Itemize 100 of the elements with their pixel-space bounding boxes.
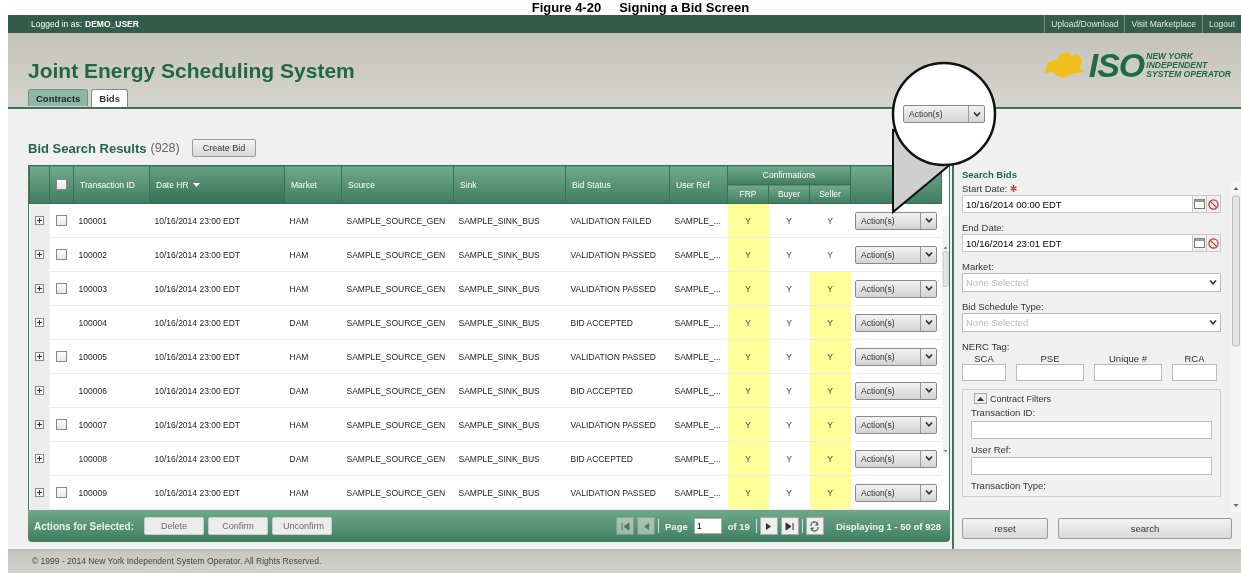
column-header: Seller (819, 189, 841, 199)
action-dropdown[interactable]: Action(s) (855, 279, 937, 298)
confirmation-cell: Y (809, 441, 851, 476)
confirmation-cell: Y (768, 339, 810, 374)
table-cell: 100004 (78, 317, 107, 328)
prohibited-icon (1208, 198, 1219, 210)
action-dropdown[interactable]: Action(s) (855, 347, 937, 366)
date-field[interactable]: 10/16/2014 00:00 EDT (962, 195, 1193, 213)
action-dropdown[interactable]: Action(s) (855, 415, 937, 434)
table-cell: 10/16/2014 23:00 EDT (154, 385, 241, 396)
page-input[interactable]: 1 (693, 518, 722, 534)
login-label: Logged in as: (31, 19, 83, 29)
figure-title: Signing a Bid Screen (619, 0, 750, 15)
text-field[interactable] (1016, 364, 1084, 381)
action-dropdown[interactable]: Action(s) (855, 381, 937, 400)
caret-icon (924, 354, 933, 359)
text-field[interactable] (971, 457, 1212, 475)
last-page-button[interactable] (780, 517, 799, 535)
table-cell: SAMPLE_SINK_BUS (458, 385, 540, 396)
action-dropdown[interactable]: Action(s) (855, 483, 937, 502)
page-label: Page (664, 520, 689, 532)
action-dropdown[interactable]: Action(s) (855, 449, 937, 468)
table-cell: VALIDATION PASSED (570, 283, 656, 294)
column-header[interactable]: Market (284, 165, 342, 204)
collapse-button[interactable] (974, 393, 987, 404)
checkbox[interactable] (56, 215, 67, 227)
column-header[interactable]: Source (341, 165, 454, 204)
calendar-button[interactable] (1193, 234, 1207, 252)
checkbox[interactable] (56, 487, 67, 499)
tab[interactable]: Contracts (28, 89, 89, 106)
action-dropdown[interactable]: Action(s) (855, 245, 937, 264)
table-cell: SAMPLE_... (674, 215, 721, 226)
table-cell: 100006 (78, 385, 107, 396)
table-cell: VALIDATION FAILED (570, 215, 652, 226)
field-label: SCA (974, 353, 994, 364)
confirmation-cell: Y (809, 271, 851, 306)
column-header: Buyer (777, 189, 801, 199)
search-button[interactable]: search (1058, 518, 1232, 539)
skip-forward-icon (785, 521, 795, 531)
text-field[interactable] (1172, 364, 1217, 381)
select-all-checkbox[interactable] (56, 179, 67, 191)
display-count: Displaying 1 - 50 of 928 (834, 520, 942, 532)
action-dropdown[interactable]: Action(s) (855, 313, 937, 332)
text-field[interactable] (962, 364, 1006, 381)
tab[interactable]: Bids (91, 89, 128, 107)
clear-date-button[interactable] (1207, 234, 1221, 252)
create-bid-button[interactable]: Create Bid (191, 139, 257, 157)
checkbox[interactable] (56, 419, 67, 431)
caret-icon (972, 111, 981, 117)
caret-icon (924, 422, 933, 427)
table-cell: HAM (289, 351, 309, 362)
expand-icon (35, 250, 44, 259)
checkbox[interactable] (56, 283, 67, 295)
calendar-button[interactable] (1193, 195, 1207, 213)
field-label: PSE (1040, 353, 1060, 364)
column-header[interactable]: Date HR (149, 165, 285, 204)
date-field[interactable]: 10/16/2014 23:01 EDT (962, 234, 1193, 252)
reset-button[interactable]: reset (962, 518, 1048, 539)
table-cell: SAMPLE_... (674, 249, 721, 260)
column-header[interactable]: Sink (453, 165, 566, 204)
table-cell: SAMPLE_... (674, 283, 721, 294)
next-page-button[interactable] (759, 517, 778, 535)
section-title: Bid Search Results (28, 140, 147, 156)
table-cell: 100001 (78, 215, 107, 226)
action-dropdown[interactable]: Action(s) (855, 211, 937, 230)
table-cell: SAMPLE_... (674, 453, 721, 464)
table-cell: VALIDATION PASSED (570, 249, 656, 260)
column-header[interactable]: Bid Status (565, 165, 670, 204)
text-field[interactable] (1094, 364, 1162, 381)
table-cell: SAMPLE_SINK_BUS (458, 487, 540, 498)
confirmation-cell: Y (727, 441, 769, 476)
confirmation-cell: Y (727, 305, 769, 340)
action-dropdown[interactable]: Action(s) (903, 105, 985, 123)
table-cell: SAMPLE_... (674, 317, 721, 328)
logo-text: NEW YORK (1146, 51, 1194, 61)
refresh-button[interactable] (805, 517, 824, 535)
confirmation-cell: Y (727, 373, 769, 408)
expand-icon (35, 284, 44, 293)
clear-date-button[interactable] (1207, 195, 1221, 213)
table-cell: HAM (289, 419, 309, 430)
expand-icon (35, 352, 44, 361)
caret-icon (1209, 280, 1217, 285)
column-header[interactable]: User Ref (669, 165, 728, 204)
checkbox[interactable] (56, 249, 67, 261)
table-cell: 10/16/2014 23:00 EDT (154, 317, 241, 328)
expand-icon (35, 488, 44, 497)
field-label: Transaction Type: (971, 480, 1046, 491)
field-label: Unique # (1109, 353, 1147, 364)
table-cell: SAMPLE_... (674, 487, 721, 498)
table-cell: DAM (289, 317, 309, 328)
column-header[interactable]: Transaction ID (73, 165, 150, 204)
prohibited-icon (1208, 237, 1219, 249)
text-field[interactable] (971, 420, 1212, 439)
confirmation-cell: Y (727, 339, 769, 374)
table-cell: SAMPLE_SINK_BUS (458, 215, 540, 226)
confirmation-cell: Y (768, 407, 810, 442)
table-cell: 10/16/2014 23:00 EDT (154, 215, 241, 226)
confirmation-cell: Y (768, 373, 810, 408)
confirmation-cell: Y (768, 237, 810, 272)
checkbox[interactable] (56, 351, 67, 363)
